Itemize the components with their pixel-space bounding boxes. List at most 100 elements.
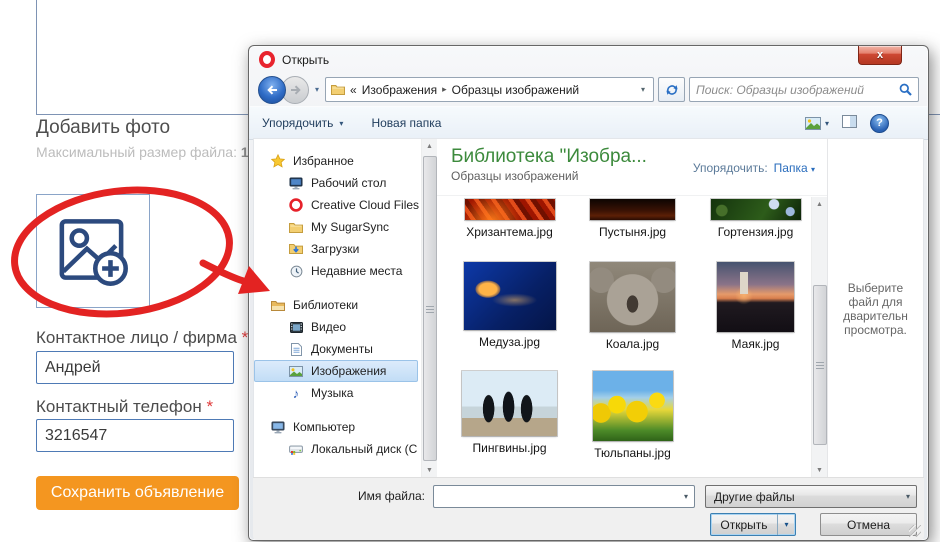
- arrange-value: Папка: [774, 161, 808, 175]
- folder-icon: [331, 84, 345, 95]
- views-icon: [805, 117, 821, 130]
- forward-arrow-icon: [289, 84, 302, 96]
- back-button[interactable]: [258, 76, 286, 104]
- save-ad-button[interactable]: Сохранить объявление: [36, 476, 239, 510]
- file-thumbnail-chrysanthemum: [465, 199, 555, 220]
- command-toolbar: Упорядочить ▾ Новая папка ▾ ?: [249, 106, 928, 140]
- scrollbar-grip: [426, 306, 434, 313]
- arrange-by-folder-button[interactable]: Папка ▾: [774, 161, 815, 175]
- sidebar-item-local-disk-c[interactable]: Локальный диск (C: [254, 438, 421, 460]
- file-item-chrysanthemum[interactable]: Хризантема.jpg: [448, 199, 571, 239]
- resize-grip[interactable]: [909, 525, 921, 537]
- nav-history-chevron-icon[interactable]: ▾: [315, 85, 319, 94]
- recent-places-icon: [288, 265, 304, 278]
- file-item-jellyfish[interactable]: Медуза.jpg: [448, 262, 571, 351]
- file-name: Медуза.jpg: [479, 335, 540, 349]
- creative-cloud-icon: [288, 198, 304, 212]
- file-grid: Хризантема.jpg Пустыня.jpg Гортензия.jpg: [437, 199, 827, 460]
- sidebar-item-libraries[interactable]: Библиотеки: [254, 294, 421, 316]
- breadcrumb-overflow-icon[interactable]: «: [350, 83, 357, 97]
- sidebar-item-documents[interactable]: Документы: [254, 338, 421, 360]
- file-type-select[interactable]: Другие файлы ▾: [705, 485, 917, 508]
- sidebar-item-downloads[interactable]: Загрузки: [254, 238, 421, 260]
- file-item-penguins[interactable]: Пингвины.jpg: [448, 371, 571, 460]
- refresh-icon: [665, 83, 679, 97]
- sidebar-item-videos[interactable]: Видео: [254, 316, 421, 338]
- scroll-down-icon[interactable]: ▼: [812, 463, 827, 478]
- breadcrumb-separator-icon[interactable]: ▸: [442, 84, 447, 95]
- back-arrow-icon: [266, 84, 279, 96]
- open-button[interactable]: Открыть ▾: [710, 513, 796, 536]
- sidebar-item-label: Creative Cloud Files: [311, 198, 419, 212]
- sidebar-item-desktop[interactable]: Рабочий стол: [254, 172, 421, 194]
- file-list-scrollbar[interactable]: ▲ ▼: [811, 197, 827, 478]
- sidebar-item-pictures[interactable]: Изображения: [254, 360, 418, 382]
- label-text: Контактный телефон: [36, 397, 202, 416]
- preview-pane: Выберите файл для дварительн просмотра.: [827, 139, 923, 478]
- contact-phone-input[interactable]: [36, 419, 234, 452]
- filename-combobox[interactable]: ▾: [433, 485, 695, 508]
- preview-pane-icon: [842, 115, 857, 128]
- dialog-footer: Имя файла: ▾ Другие файлы ▾ Открыть ▾ От…: [253, 477, 924, 540]
- organize-menu-button[interactable]: Упорядочить ▾: [262, 116, 343, 130]
- file-name: Пустыня.jpg: [599, 225, 666, 239]
- new-folder-label: Новая папка: [371, 116, 441, 130]
- required-asterisk: *: [206, 397, 213, 416]
- file-item-hydrangea[interactable]: Гортензия.jpg: [694, 199, 817, 239]
- views-button[interactable]: ▾: [805, 117, 829, 130]
- sidebar-item-recent-places[interactable]: Недавние места: [254, 260, 421, 282]
- file-item-lighthouse[interactable]: Маяк.jpg: [694, 262, 817, 351]
- navigation-pane: Избранное Рабочий стол Creative Cloud Fi…: [254, 139, 421, 478]
- scroll-up-icon[interactable]: ▲: [812, 197, 827, 212]
- scrollbar-thumb[interactable]: [813, 285, 827, 445]
- max-size-text: Максимальный размер файла:: [36, 144, 237, 160]
- file-name: Гортензия.jpg: [718, 225, 794, 239]
- file-item-desert[interactable]: Пустыня.jpg: [571, 199, 694, 239]
- chevron-down-icon[interactable]: ▾: [678, 492, 694, 501]
- refresh-button[interactable]: [658, 77, 685, 102]
- sidebar-scrollbar[interactable]: ▲ ▼: [421, 139, 437, 478]
- opera-logo-icon: [259, 51, 275, 68]
- sidebar-item-favorites[interactable]: Избранное: [254, 150, 421, 172]
- file-name: Тюльпаны.jpg: [594, 446, 671, 460]
- scrollbar-thumb[interactable]: [423, 156, 437, 461]
- arrange-by-control: Упорядочить: Папка ▾: [693, 161, 815, 175]
- breadcrumb[interactable]: « Изображения ▸ Образцы изображений ▾: [325, 77, 654, 102]
- address-dropdown-icon[interactable]: ▾: [638, 85, 648, 94]
- open-file-dialog: Открыть x ▾ « Изображения ▸ Образцы изоб…: [248, 45, 929, 541]
- close-button[interactable]: x: [858, 46, 902, 65]
- scroll-down-icon[interactable]: ▼: [422, 463, 437, 478]
- sidebar-item-label: Локальный диск (C: [311, 442, 417, 456]
- scroll-up-icon[interactable]: ▲: [422, 139, 437, 154]
- filename-input[interactable]: [434, 487, 678, 506]
- contact-name-input[interactable]: [36, 351, 234, 384]
- breadcrumb-item-sample-pictures[interactable]: Образцы изображений: [452, 83, 579, 97]
- chevron-down-icon: ▾: [339, 119, 343, 128]
- sidebar-item-label: Избранное: [293, 154, 354, 168]
- pictures-icon: [288, 366, 304, 377]
- preview-placeholder-text: Выберите файл для дварительн просмотра.: [833, 281, 918, 337]
- cancel-button[interactable]: Отмена: [820, 513, 917, 536]
- sidebar-item-label: Загрузки: [311, 242, 359, 256]
- sidebar-item-sugarsync[interactable]: My SugarSync: [254, 216, 421, 238]
- file-item-koala[interactable]: Коала.jpg: [571, 262, 694, 351]
- file-item-tulips[interactable]: Тюльпаны.jpg: [571, 371, 694, 460]
- search-input[interactable]: Поиск: Образцы изображений: [689, 77, 919, 102]
- sidebar-item-label: Видео: [311, 320, 346, 334]
- help-button[interactable]: ?: [870, 114, 889, 133]
- sidebar-item-computer[interactable]: Компьютер: [254, 416, 421, 438]
- max-file-size-note: Максимальный размер файла: 1: [36, 144, 249, 160]
- sidebar-item-music[interactable]: ♪ Музыка: [254, 382, 421, 404]
- star-icon: [270, 154, 286, 168]
- photo-upload-dropzone[interactable]: [36, 194, 150, 308]
- sidebar-item-creative-cloud[interactable]: Creative Cloud Files: [254, 194, 421, 216]
- search-icon[interactable]: [899, 83, 912, 96]
- open-split-chevron-icon[interactable]: ▾: [777, 514, 795, 535]
- file-row: Пингвины.jpg Тюльпаны.jpg: [448, 371, 827, 460]
- preview-pane-button[interactable]: [842, 115, 857, 131]
- computer-icon: [270, 421, 286, 434]
- new-folder-button[interactable]: Новая папка: [371, 116, 441, 130]
- dialog-titlebar[interactable]: Открыть: [249, 46, 928, 73]
- breadcrumb-item-pictures[interactable]: Изображения: [362, 83, 437, 97]
- sidebar-item-label: My SugarSync: [311, 220, 389, 234]
